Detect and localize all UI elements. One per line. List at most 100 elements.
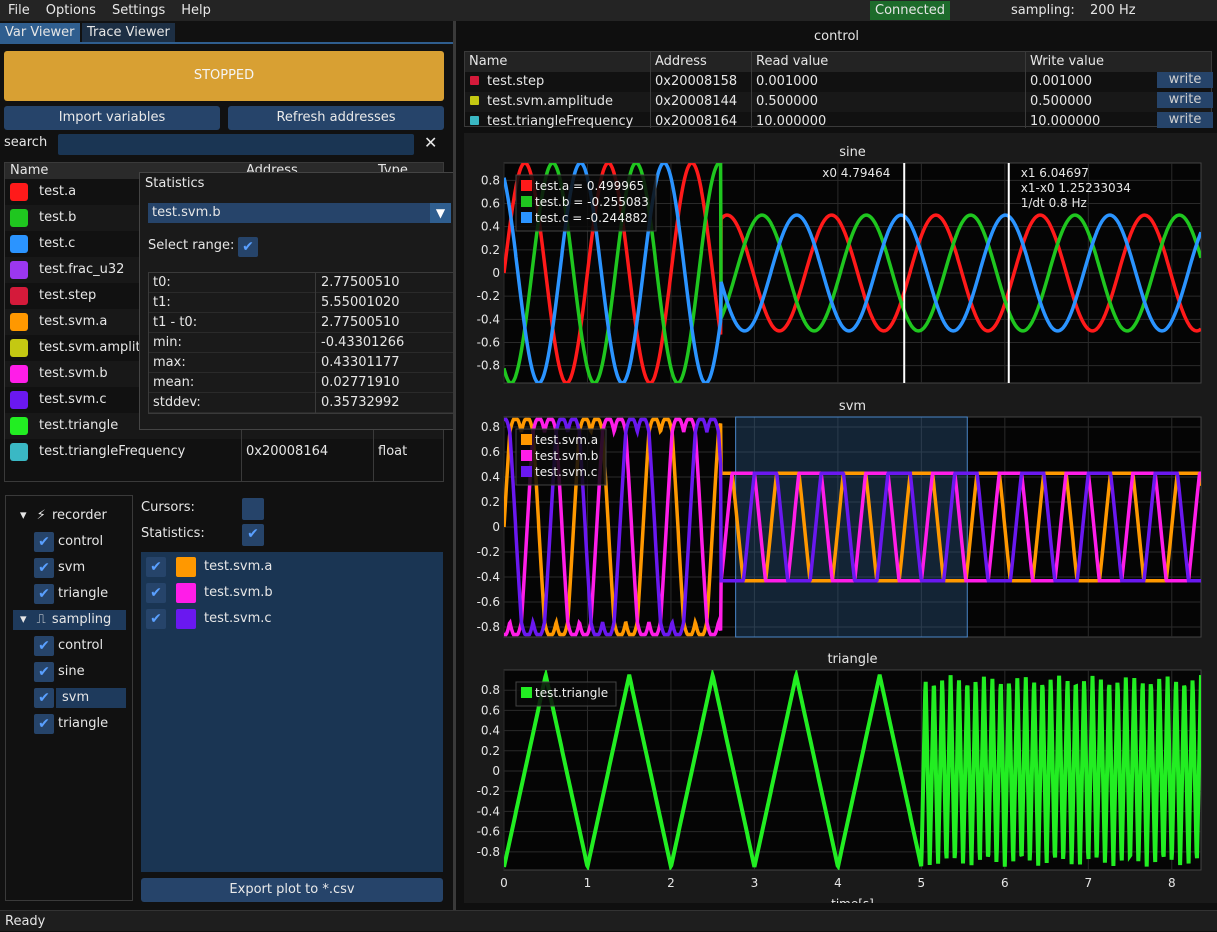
tab-var-viewer[interactable]: Var Viewer [0,23,80,42]
control-write-input[interactable]: 0.500000 [1030,92,1092,112]
x-tick-label: 2 [667,876,675,890]
menu-options[interactable]: Options [38,0,104,21]
import-variables-button[interactable]: Import variables [4,106,220,130]
tree-checkbox[interactable]: ✔ [34,584,54,604]
stop-button[interactable]: STOPPED [4,51,444,101]
variable-name: test.svm.b [39,366,108,381]
legend-entry: test.a = 0.499965 [535,179,644,193]
export-csv-button[interactable]: Export plot to *.csv [141,878,443,902]
table-row[interactable]: test.triangleFrequency 0x20008164 float [5,439,443,465]
color-swatch[interactable] [176,557,196,577]
tree-item-sampling-control[interactable]: control [58,636,103,656]
variable-select[interactable]: test.svm.b [148,203,430,223]
sampling-label: sampling: [1011,3,1075,18]
color-swatch[interactable] [10,417,28,435]
tree-item-recorder-control[interactable]: control [58,532,103,552]
color-swatch [470,76,479,85]
plot-var-checkbox[interactable]: ✔ [146,583,166,603]
cursor-label: x1-x0 1.25233034 [1021,181,1131,195]
color-swatch[interactable] [10,235,28,253]
stat-key: t1: [153,295,171,310]
stat-value: -0.43301266 [321,335,405,350]
col-read-value[interactable]: Read value [756,52,828,72]
write-button[interactable]: write [1157,92,1213,108]
color-swatch[interactable] [176,609,196,629]
expand-arrow-icon[interactable]: ▾ [20,612,27,627]
legend-swatch [521,212,532,223]
menu-file[interactable]: File [0,0,38,21]
color-swatch[interactable] [10,443,28,461]
tree-item-sampling-triangle[interactable]: triangle [58,714,108,734]
tree-checkbox[interactable]: ✔ [34,662,54,682]
search-input[interactable] [58,134,414,155]
plot-var-checkbox[interactable]: ✔ [146,609,166,629]
stat-key: t1 - t0: [153,315,198,330]
expand-arrow-icon[interactable]: ▾ [20,508,27,523]
stat-value: 0.02771910 [321,375,400,390]
tree-node-recorder[interactable]: ▾ ⚡ recorder [20,506,107,526]
tree-item-recorder-svm[interactable]: svm [58,558,85,578]
x-tick-label: 7 [1084,876,1092,890]
list-item[interactable]: ✔ test.svm.b [141,580,443,606]
write-button[interactable]: write [1157,112,1213,128]
y-tick-label: -0.4 [477,312,500,326]
statistics-window: Statistics ✕ test.svm.b ▼ Select range: … [139,172,488,430]
chevron-down-icon[interactable]: ▼ [430,203,451,223]
tree-checkbox[interactable]: ✔ [34,688,54,708]
cursors-checkbox[interactable]: ✔ [242,498,264,520]
legend-entry: test.c = -0.244882 [535,211,648,225]
y-tick-label: 0.8 [481,683,500,697]
list-item[interactable]: ✔ test.svm.a [141,554,443,580]
sampling-value: 200 Hz [1090,3,1136,18]
tree-item-sampling-svm[interactable]: svm [56,688,126,708]
col-write-value[interactable]: Write value [1030,52,1104,72]
tree-item-sampling-sine[interactable]: sine [58,662,85,682]
plots-svg[interactable]: sine 0.8 0.6 0.4 0.2 0 -0.2 -0.4 -0.6 -0.8 x0 4.79… [464,133,1217,903]
tree-node-sampling[interactable]: ▾ ⎍ sampling [13,610,126,630]
tree-checkbox[interactable]: ✔ [34,558,54,578]
menu-settings[interactable]: Settings [104,0,173,21]
col-name[interactable]: Name [469,52,507,72]
tree-checkbox[interactable]: ✔ [34,714,54,734]
color-swatch[interactable] [10,287,28,305]
list-item[interactable]: ✔ test.svm.c [141,606,443,632]
cursor-label: x1 6.04697 [1021,166,1089,180]
color-swatch[interactable] [176,583,196,603]
write-button[interactable]: write [1157,72,1213,88]
x-tick-label: 8 [1168,876,1176,890]
plot-tree: ▾ ⚡ recorder ✔ control ✔ svm ✔ triangle ▾ ⎍ s… [5,495,133,901]
statistics-checkbox[interactable]: ✔ [242,524,264,546]
control-write-input[interactable]: 0.001000 [1030,72,1092,92]
color-swatch[interactable] [10,391,28,409]
square-wave-icon: ⎍ [36,612,46,627]
color-swatch[interactable] [10,339,28,357]
tab-trace-viewer[interactable]: Trace Viewer [82,23,175,42]
control-write-input[interactable]: 10.000000 [1030,112,1100,132]
x-tick-label: 0 [500,876,508,890]
refresh-addresses-button[interactable]: Refresh addresses [228,106,444,130]
y-tick-label: 0 [492,266,500,280]
tree-checkbox[interactable]: ✔ [34,636,54,656]
x-tick-label: 4 [834,876,842,890]
statistics-title: Statistics [145,176,205,191]
legend-entry: test.b = -0.255083 [535,195,649,209]
color-swatch[interactable] [10,313,28,331]
tree-checkbox[interactable]: ✔ [34,532,54,552]
plot-title: svm [839,399,866,414]
control-address: 0x20008144 [655,94,738,109]
tree-item-recorder-triangle[interactable]: triangle [58,584,108,604]
clear-search-icon[interactable]: ✕ [424,133,437,153]
color-swatch[interactable] [10,261,28,279]
plot-var-checkbox[interactable]: ✔ [146,557,166,577]
col-address[interactable]: Address [655,52,707,72]
y-tick-label: -0.6 [477,825,500,839]
menu-help[interactable]: Help [173,0,219,21]
col-name[interactable]: Name [10,163,48,179]
color-swatch[interactable] [10,183,28,201]
select-range-checkbox[interactable]: ✔ [238,237,258,257]
color-swatch[interactable] [10,365,28,383]
color-swatch[interactable] [10,209,28,227]
plot-title: sine [839,145,866,160]
column-divider [751,52,752,128]
stat-value: 2.77500510 [321,315,400,330]
